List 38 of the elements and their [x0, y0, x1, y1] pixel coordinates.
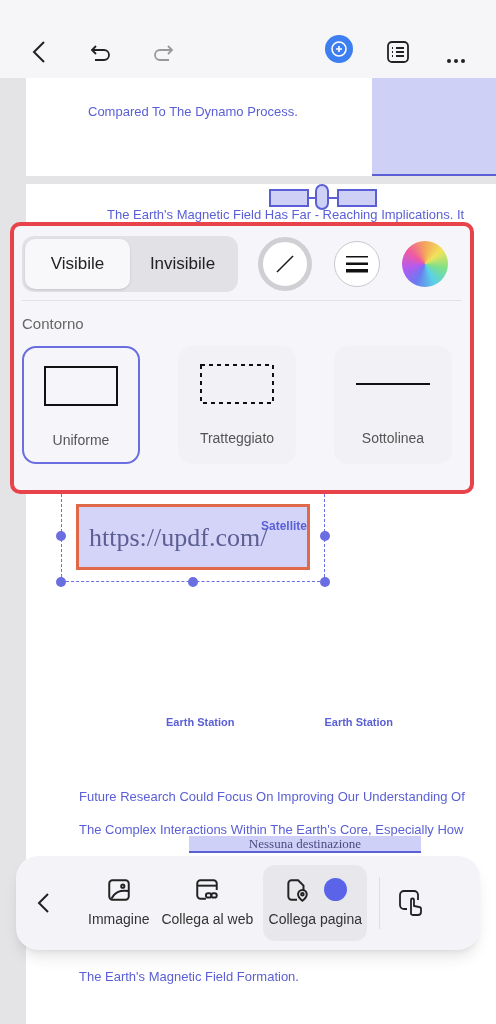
outline-style-option[interactable]: Uniforme [22, 345, 140, 464]
resize-handle[interactable] [56, 531, 66, 541]
document-text: The Complex Interactions Within The Earth's Core, Especially How [79, 820, 465, 839]
station-label: Earth Station [324, 715, 393, 730]
visibility-tab[interactable]: Invisibile [130, 239, 235, 289]
link-tooltip: Nessuna destinazione [189, 836, 421, 853]
resize-handle[interactable] [188, 577, 198, 587]
redo-icon[interactable] [152, 44, 174, 64]
slash-icon [275, 254, 295, 274]
resize-handle[interactable] [320, 531, 330, 541]
underline-icon [356, 381, 430, 386]
solid-rectangle-icon [44, 365, 118, 406]
resize-handle[interactable] [56, 577, 66, 587]
toolbar-item[interactable]: Collega al web [159, 865, 256, 941]
more-icon[interactable] [446, 58, 466, 64]
outline-style-option[interactable]: Tratteggiato [178, 345, 296, 464]
outline-list-icon[interactable] [386, 40, 410, 64]
dashed-rectangle-icon [200, 363, 274, 404]
back-icon[interactable] [36, 892, 50, 914]
ai-assistant-icon[interactable] [324, 34, 354, 64]
station-label: Earth Station [166, 715, 235, 730]
resize-handle[interactable] [320, 577, 330, 587]
line-weight-icon [346, 255, 368, 273]
line-weight-button[interactable] [334, 241, 380, 287]
color-wheel-button[interactable] [402, 241, 448, 287]
document-text: The Earth's Magnetic Field Has Far - Reaching Implications. It [107, 206, 465, 224]
image-icon [105, 876, 132, 903]
document-text: The Earth's Magnetic Field Formation. [79, 968, 299, 986]
hand-pointer-icon[interactable] [398, 889, 425, 917]
undo-icon[interactable] [90, 44, 112, 64]
outline-style-option[interactable]: Sottolinea [334, 345, 452, 464]
toolbar-item[interactable]: Immagine [86, 865, 152, 941]
toolbar-item[interactable]: Collega pagina [263, 865, 368, 941]
browser-link-icon [194, 876, 221, 903]
document-text: Compared To The Dynamo Process. [88, 103, 298, 121]
document-text: Future Research Could Focus On Improving Our Understanding Of [79, 788, 465, 806]
visibility-tab[interactable]: Visibile [25, 239, 130, 289]
section-title: Contorno [22, 314, 85, 334]
